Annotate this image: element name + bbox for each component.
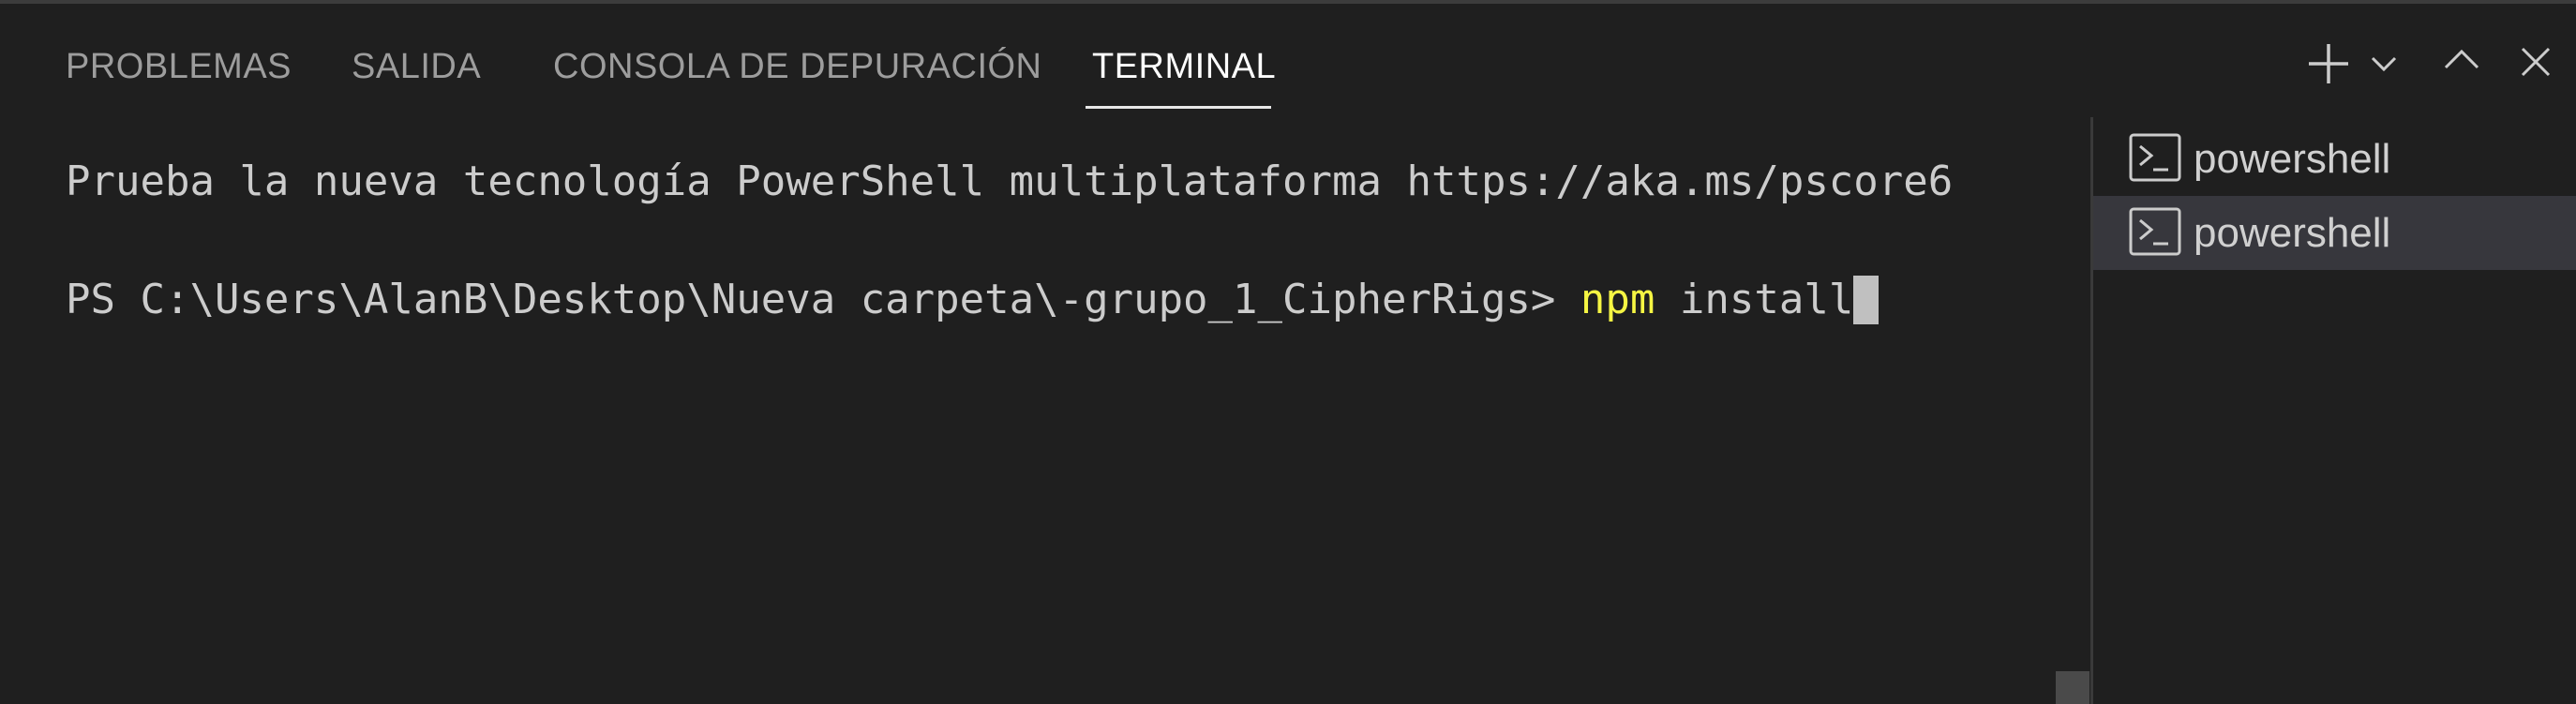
terminal-tabs-list: powershell powershell [2093, 122, 2576, 270]
tab-output[interactable]: SALIDA [352, 45, 481, 88]
chevron-down-icon[interactable] [2370, 54, 2398, 73]
terminal-command: npm [1580, 276, 1655, 323]
tab-terminal[interactable]: TERMINAL [1092, 45, 1276, 88]
terminal-powershell-icon [2129, 207, 2181, 261]
terminal-powershell-icon [2129, 133, 2181, 187]
active-tab-indicator [1086, 106, 1271, 109]
terminal-command-args: install [1655, 276, 1854, 323]
plus-icon[interactable] [2306, 41, 2351, 86]
terminal-list-item[interactable]: powershell [2093, 196, 2576, 270]
terminal-prompt-line: PS C:\Users\AlanB\Desktop\Nueva carpeta\… [66, 276, 1880, 324]
terminal-banner-line: Prueba la nueva tecnología PowerShell mu… [66, 157, 1954, 205]
terminal-cursor [1853, 276, 1880, 324]
terminal-prompt: PS C:\Users\AlanB\Desktop\Nueva carpeta\… [66, 276, 1580, 323]
panel-tab-bar: PROBLEMAS SALIDA CONSOLA DE DEPURACIÓN T… [0, 4, 2576, 114]
terminal-output[interactable]: Prueba la nueva tecnología PowerShell mu… [0, 114, 2090, 704]
tab-debug-console[interactable]: CONSOLA DE DEPURACIÓN [553, 45, 1042, 88]
tab-problems[interactable]: PROBLEMAS [66, 45, 292, 88]
terminal-list-item-label: powershell [2194, 210, 2391, 256]
terminal-list-item-label: powershell [2194, 136, 2391, 182]
terminal-scrollbar-thumb[interactable] [2056, 671, 2089, 704]
close-icon[interactable] [2520, 46, 2552, 78]
chevron-up-icon[interactable] [2443, 47, 2480, 71]
terminal-list-item[interactable]: powershell [2093, 122, 2576, 196]
